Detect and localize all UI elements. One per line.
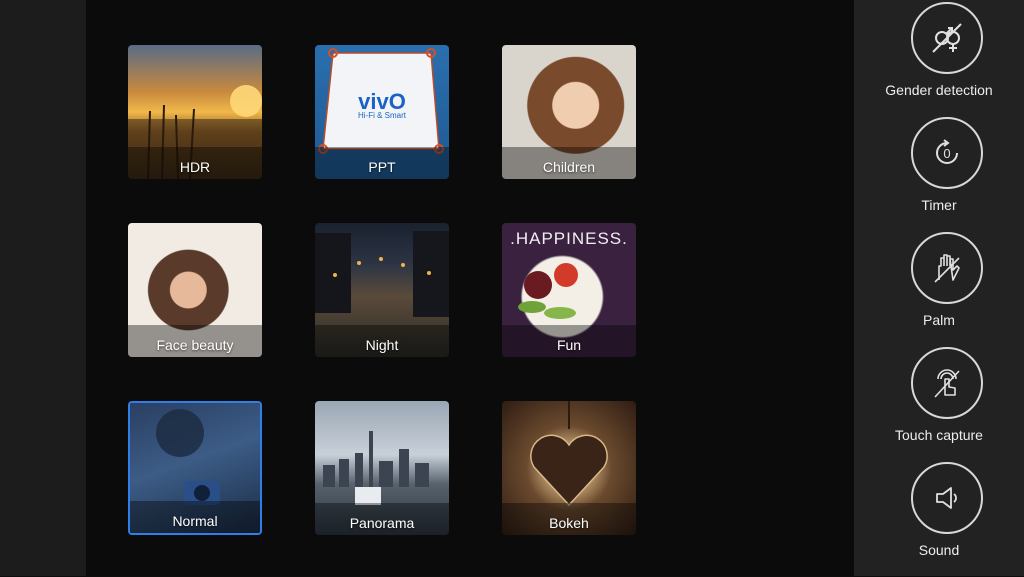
mode-tile-normal[interactable]: Normal <box>128 401 262 535</box>
mode-tile-night[interactable]: Night <box>315 223 449 357</box>
fun-overlay-text: .HAPPINESS. <box>510 229 628 248</box>
svg-text:0: 0 <box>943 146 950 161</box>
mode-tile-ppt[interactable]: vivO Hi-Fi & Smart PPT <box>315 45 449 179</box>
mode-label: Bokeh <box>549 515 589 531</box>
mode-label: Fun <box>556 337 582 353</box>
mode-grid: HDR vivO Hi-Fi & Smart PPT Children Face… <box>86 0 854 576</box>
timer-button[interactable]: 0 <box>911 117 983 189</box>
settings-panel: Gender detection 0 Timer Palm Touch capt… <box>854 0 1024 576</box>
sound-label: Sound <box>918 542 960 558</box>
mode-tile-hdr[interactable]: HDR <box>128 45 262 179</box>
mode-label: HDR <box>179 159 211 175</box>
mode-label: Panorama <box>349 515 415 531</box>
touch-capture-icon <box>934 369 960 398</box>
touch-capture-label: Touch capture <box>895 427 983 443</box>
mode-label: PPT <box>368 159 396 175</box>
sound-control[interactable]: Sound <box>854 462 1024 577</box>
mode-label: Children <box>542 159 596 175</box>
mode-label: Night <box>365 337 399 353</box>
gender-detection-button[interactable] <box>911 2 983 74</box>
mode-tile-fun[interactable]: .HAPPINESS. Fun <box>502 223 636 357</box>
palm-icon <box>934 254 960 283</box>
sound-icon <box>936 487 957 509</box>
mode-label: Face beauty <box>156 337 234 353</box>
ppt-tagline: Hi-Fi & Smart <box>358 111 406 120</box>
touch-capture-control[interactable]: Touch capture <box>854 347 1024 462</box>
mode-label: Normal <box>172 513 218 529</box>
palm-control[interactable]: Palm <box>854 232 1024 347</box>
timer-icon: 0 <box>936 139 958 164</box>
timer-control[interactable]: 0 Timer <box>854 117 1024 232</box>
sound-button[interactable] <box>911 462 983 534</box>
gender-detection-icon <box>932 23 962 53</box>
mode-tile-panorama[interactable]: Panorama <box>315 401 449 535</box>
gender-detection-label: Gender detection <box>885 82 993 98</box>
palm-label: Palm <box>923 312 955 328</box>
mode-tile-children[interactable]: Children <box>502 45 636 179</box>
left-strip <box>0 0 86 576</box>
touch-capture-button[interactable] <box>911 347 983 419</box>
palm-button[interactable] <box>911 232 983 304</box>
gender-detection-control[interactable]: Gender detection <box>854 2 1024 117</box>
mode-tile-bokeh[interactable]: Bokeh <box>502 401 636 535</box>
timer-label: Timer <box>921 197 957 213</box>
mode-tile-face-beauty[interactable]: Face beauty <box>128 223 262 357</box>
